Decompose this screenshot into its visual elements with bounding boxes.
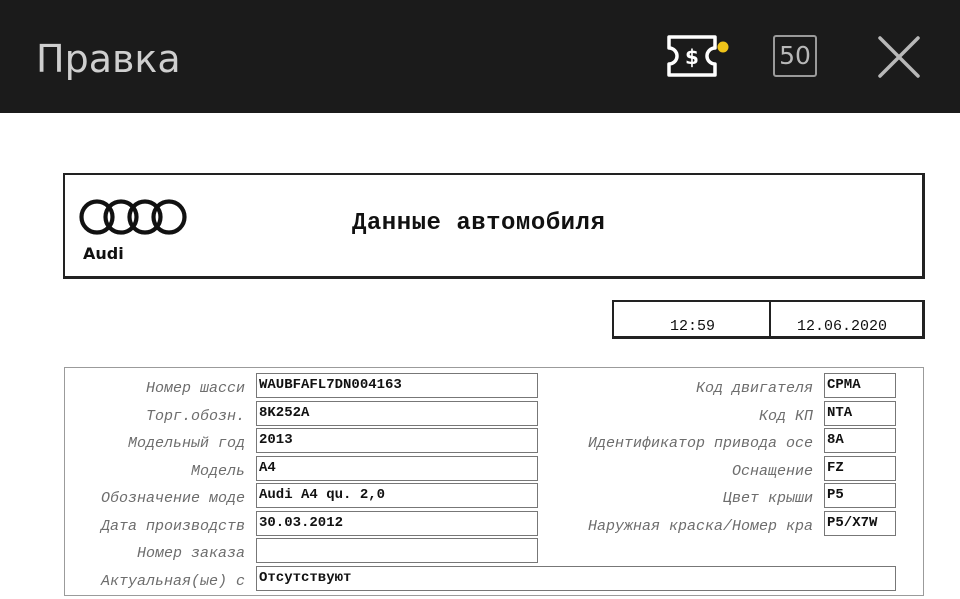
roof-color-label: Цвет крыши bbox=[722, 490, 813, 507]
time-value: 12:59 bbox=[670, 318, 716, 335]
trade-designation-field[interactable]: 8K252A bbox=[256, 401, 538, 426]
badge-button[interactable]: 50 bbox=[773, 35, 817, 77]
model-field[interactable]: A4 bbox=[256, 456, 538, 481]
gearbox-code-field[interactable]: NTA bbox=[824, 401, 896, 426]
axle-drive-id-label: Идентификатор привода осе bbox=[587, 435, 813, 452]
gearbox-code-label: Код КП bbox=[758, 408, 813, 425]
exterior-paint-label: Наружная краска/Номер кра bbox=[587, 518, 813, 535]
production-date-label: Дата производств bbox=[100, 518, 245, 535]
model-year-field[interactable]: 2013 bbox=[256, 428, 538, 453]
vehicle-data-panel: Номер шасси WAUBFAFL7DN004163 Торг.обозн… bbox=[64, 367, 924, 596]
engine-code-label: Код двигателя bbox=[695, 380, 813, 397]
datetime-divider bbox=[769, 302, 771, 336]
order-number-field[interactable] bbox=[256, 538, 538, 563]
close-icon bbox=[878, 36, 920, 78]
exterior-paint-field[interactable]: P5/X7W bbox=[824, 511, 896, 536]
date-value: 12.06.2020 bbox=[797, 318, 888, 335]
axle-drive-id-field[interactable]: 8A bbox=[824, 428, 896, 453]
notification-dot-icon bbox=[717, 41, 729, 53]
roof-color-field[interactable]: P5 bbox=[824, 483, 896, 508]
order-number-label: Номер заказа bbox=[136, 545, 245, 562]
model-year-label: Модельный год bbox=[127, 435, 245, 452]
model-designation-label: Обозначение моде bbox=[100, 490, 245, 507]
equipment-field[interactable]: FZ bbox=[824, 456, 896, 481]
production-date-field[interactable]: 30.03.2012 bbox=[256, 511, 538, 536]
chassis-number-label: Номер шасси bbox=[145, 380, 245, 397]
equipment-label: Оснащение bbox=[731, 463, 813, 480]
chassis-number-field[interactable]: WAUBFAFL7DN004163 bbox=[256, 373, 538, 398]
engine-code-field[interactable]: CPMA bbox=[824, 373, 896, 398]
top-app-bar: Правка $ 50 bbox=[0, 0, 960, 113]
actual-from-label: Актуальная(ые) с bbox=[100, 573, 245, 590]
vehicle-header: Audi Данные автомобиля bbox=[63, 173, 925, 279]
model-designation-field[interactable]: Audi A4 qu. 2,0 bbox=[256, 483, 538, 508]
brand-label: Audi bbox=[83, 244, 124, 263]
actual-from-field[interactable]: Отсутствуют bbox=[256, 566, 896, 591]
datetime-box: 12:59 12.06.2020 bbox=[612, 300, 925, 339]
close-button[interactable] bbox=[875, 33, 923, 81]
coupon-symbol: $ bbox=[685, 45, 699, 69]
audi-rings-logo bbox=[79, 199, 187, 235]
vehicle-data-title: Данные автомобиля bbox=[352, 210, 606, 237]
trade-designation-label: Торг.обозн. bbox=[145, 408, 245, 425]
model-label: Модель bbox=[190, 463, 245, 480]
page-title: Правка bbox=[36, 37, 181, 81]
coupon-button[interactable]: $ bbox=[664, 34, 734, 80]
